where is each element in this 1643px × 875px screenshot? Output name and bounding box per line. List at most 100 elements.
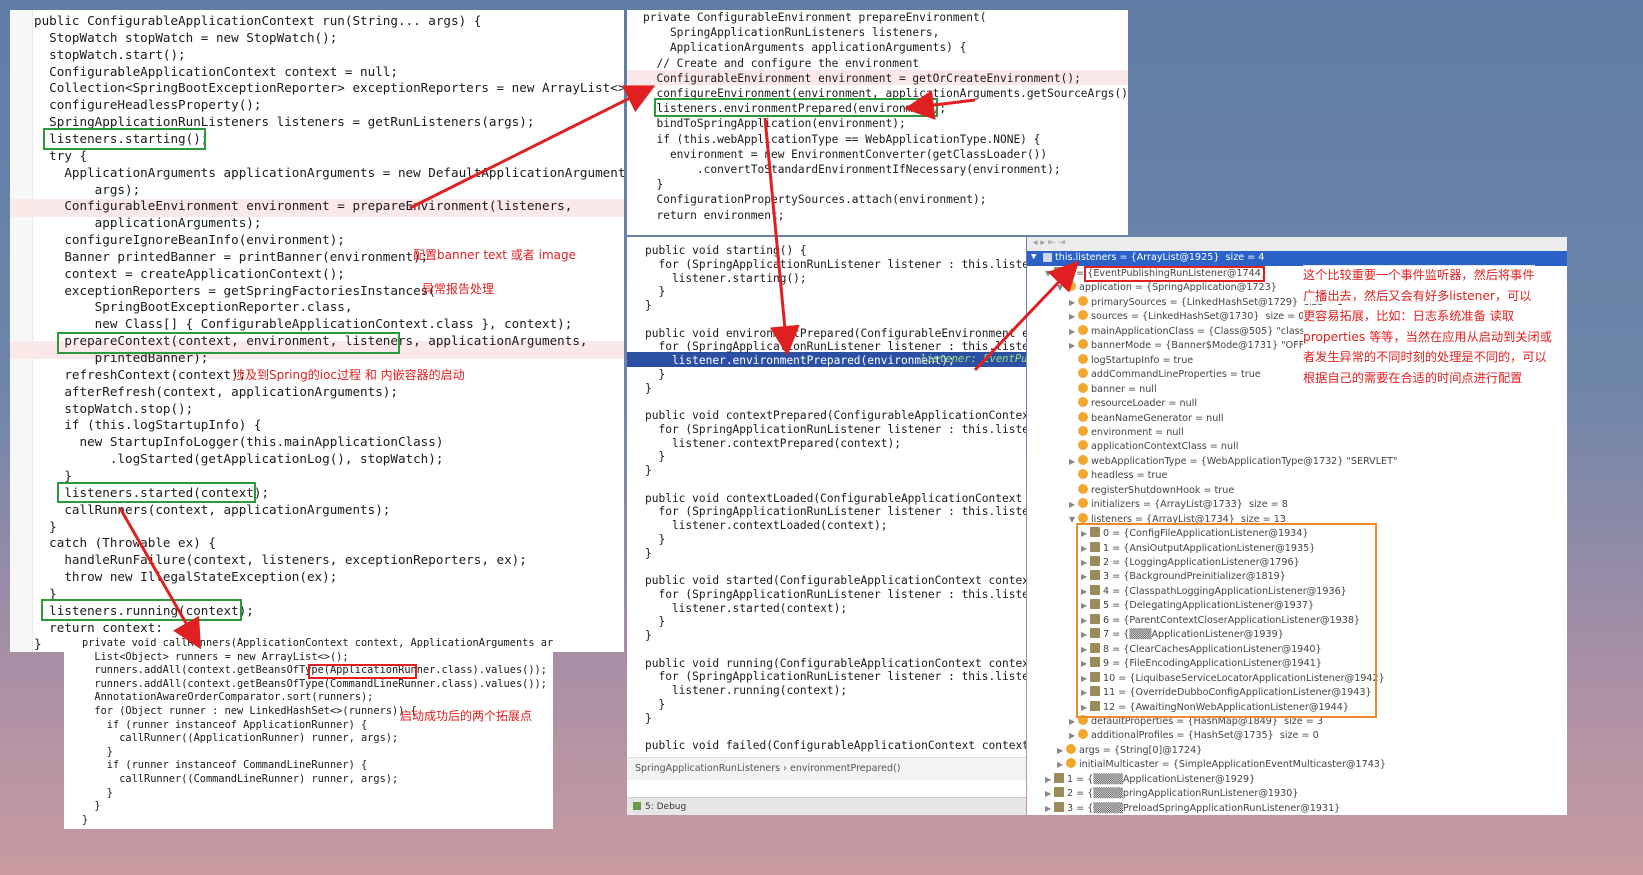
list-icon	[1054, 772, 1064, 783]
prepare-environment-editor[interactable]: private ConfigurableEnvironment prepareE…	[627, 10, 1128, 235]
annotation-refresh: 涉及到Spring的ioc过程 和 内嵌容器的启动	[233, 368, 465, 382]
code-line: refreshContext(context);	[34, 366, 247, 382]
code-line: private void callRunners(ApplicationCont…	[82, 637, 553, 649]
variable-row[interactable]: ▶ initialMulticaster = {SimpleApplication…	[1057, 758, 1386, 773]
variable-row[interactable]: ▶ bannerMode = {Banner$Mode@1731} "OFF"	[1069, 339, 1309, 354]
variable-row[interactable]: beanNameGenerator = null	[1069, 411, 1224, 427]
code-line: listener.environmentPrepared(environment…	[645, 354, 955, 367]
variable-row[interactable]: ▶ mainApplicationClass = {Class@505} "cla…	[1069, 324, 1305, 340]
variable-row[interactable]: ▶ 3 = {▒▒▒▒PreloadSpringApplicationRunLis…	[1045, 801, 1340, 815]
code-line: exceptionReporters = getSpringFactoriesI…	[34, 282, 436, 298]
code-line: Collection<SpringBootExceptionReporter> …	[34, 80, 624, 96]
code-line: public void environmentPrepared(Configur…	[645, 326, 1026, 340]
code-line: }	[645, 711, 652, 725]
collapsed-triangle-icon[interactable]: ▶	[1045, 802, 1054, 815]
code-line: listener.contextLoaded(context);	[645, 519, 888, 532]
collapsed-triangle-icon[interactable]: ▶	[1069, 455, 1078, 470]
variable-row[interactable]: ▶ 2 = {▒▒▒▒pringApplicationRunListener@19…	[1045, 787, 1298, 802]
code-line: callRunners(context, applicationArgument…	[34, 501, 391, 517]
selected-variable-row[interactable]: ▼ this.listeners = {ArrayList@1925} size…	[1027, 251, 1567, 266]
list-icon	[1054, 801, 1064, 812]
field-icon	[1066, 758, 1076, 769]
code-line: public void starting() {	[645, 244, 807, 257]
list-icon	[1043, 253, 1052, 262]
variable-row[interactable]: headless = true	[1069, 469, 1167, 484]
collapsed-triangle-icon[interactable]: ▶	[1069, 729, 1078, 744]
collapsed-triangle-icon[interactable]: ▶	[1045, 787, 1054, 802]
code-line: callRunner((ApplicationRunner) runner, a…	[82, 732, 399, 745]
debug-tab[interactable]: 5: Debug	[645, 802, 686, 812]
collapsed-triangle-icon[interactable]: ▶	[1069, 296, 1078, 311]
variable-row[interactable]: ▼ application = {SpringApplication@1723}	[1057, 281, 1277, 296]
debugger-variables-panel[interactable]: ◂ ▸ ⇤ ⇥ ▼ this.listeners = {ArrayList@19…	[1027, 237, 1567, 815]
code-line: listener.running(context);	[645, 684, 848, 697]
breadcrumb: SpringApplicationRunListeners › environm…	[627, 757, 1026, 780]
variable-row[interactable]: applicationContextClass = null	[1069, 440, 1238, 455]
breadcrumb-class[interactable]: SpringApplicationRunListeners	[635, 763, 780, 774]
expanded-triangle-icon[interactable]: ▼	[1045, 267, 1054, 282]
variable-row[interactable]: ▶ 1 = {▒▒▒▒ApplicationListener@1929}	[1045, 772, 1255, 788]
annotation-exception: 异常报告处理	[422, 282, 495, 296]
code-line: listener.contextPrepared(context);	[645, 436, 901, 450]
variable-row[interactable]: ▶ sources = {LinkedHashSet@1730} size = 0	[1069, 310, 1304, 325]
highlight-prepare-context	[57, 332, 400, 354]
variable-text: resourceLoader = null	[1091, 398, 1197, 410]
code-line: public void contextLoaded(ConfigurableAp…	[645, 491, 1023, 505]
run-method-editor[interactable]: public ConfigurableApplicationContext ru…	[10, 10, 624, 652]
variable-text: initializers = {ArrayList@1733} size = 8	[1091, 499, 1288, 511]
collapsed-triangle-icon[interactable]: ▶	[1057, 744, 1066, 759]
code-line: }	[645, 546, 652, 560]
variable-row[interactable]: ▶ primarySources = {LinkedHashSet@1729} s…	[1069, 295, 1343, 311]
code-line: ConfigurationPropertySources.attach(envi…	[643, 193, 987, 207]
code-line: ApplicationArguments applicationArgument…	[643, 41, 967, 55]
variable-row[interactable]: ▶ additionalProfiles = {HashSet@1735} siz…	[1069, 729, 1319, 744]
variable-row[interactable]: resourceLoader = null	[1069, 397, 1197, 412]
code-line: listener.starting();	[645, 271, 807, 285]
collapsed-triangle-icon[interactable]: ▶	[1069, 325, 1078, 340]
field-icon	[1066, 281, 1076, 292]
variable-row[interactable]: ▶ initializers = {ArrayList@1733} size = …	[1069, 498, 1288, 513]
code-line: StopWatch stopWatch = new StopWatch();	[34, 29, 338, 45]
code-line: ConfigurableEnvironment environment = pr…	[34, 198, 573, 214]
variable-row[interactable]: ▶ webApplicationType = {WebApplicationTyp…	[1069, 454, 1397, 470]
code-line: environment = new EnvironmentConverter(g…	[643, 147, 1048, 161]
variable-text: sources = {LinkedHashSet@1730} size = 0	[1091, 311, 1305, 323]
variable-row[interactable]: addCommandLineProperties = true	[1069, 368, 1261, 383]
code-line: stopWatch.stop();	[34, 400, 194, 416]
annotation-banner: 配置banner text 或者 image	[413, 248, 577, 262]
variable-row[interactable]: banner = null	[1069, 382, 1157, 398]
annotation-note-line: 者发生异常的不同时刻的处理是不同的，可以	[1303, 347, 1547, 365]
expanded-triangle-icon[interactable]: ▼	[1057, 281, 1066, 296]
variable-row[interactable]: ▶ args = {String[0]@1724}	[1057, 743, 1202, 759]
breadcrumb-method[interactable]: environmentPrepared()	[790, 763, 900, 774]
variable-text: environment = null	[1091, 426, 1184, 438]
call-runners-editor[interactable]: private void callRunners(ApplicationCont…	[64, 632, 553, 829]
tool-window-bar: 5: Debug	[627, 797, 1026, 815]
variable-row[interactable]: environment = null	[1069, 425, 1184, 441]
variable-row[interactable]: registerShutdownHook = true	[1069, 483, 1234, 499]
collapsed-triangle-icon[interactable]: ▶	[1069, 339, 1078, 354]
code-line: List<Object> runners = new ArrayList<>()…	[82, 650, 349, 663]
code-line: }	[645, 532, 666, 546]
variable-text: logStartupInfo = true	[1091, 354, 1194, 366]
run-listeners-editor[interactable]: public void starting() { for (SpringAppl…	[627, 237, 1026, 815]
code-line: }	[643, 178, 664, 192]
variable-text: application = {SpringApplication@1723}	[1079, 282, 1277, 294]
code-line: }	[645, 615, 666, 629]
code-line: return environment;	[643, 208, 785, 222]
code-line: Banner printedBanner = printBanner(envir…	[34, 248, 429, 264]
collapsed-triangle-icon[interactable]: ▶	[1057, 758, 1066, 773]
code-line: afterRefresh(context, applicationArgumen…	[34, 383, 398, 399]
code-line: }	[34, 518, 57, 534]
annotation-note-line: 根据自己的需要在合适的时间点进行配置	[1303, 367, 1523, 386]
variable-row[interactable]: logStartupInfo = true	[1069, 353, 1194, 369]
variable-text: banner = null	[1091, 383, 1157, 395]
collapsed-triangle-icon[interactable]: ▶	[1069, 498, 1078, 513]
collapsed-triangle-icon[interactable]: ▶	[1045, 773, 1054, 788]
variable-text: beanNameGenerator = null	[1091, 412, 1224, 424]
code-line: for (SpringApplicationRunListener listen…	[658, 505, 1026, 519]
highlight-environment-prepared	[654, 98, 938, 117]
code-line: catch (Throwable ex) {	[34, 535, 216, 551]
toolbar-nav-icons[interactable]: ◂ ▸ ⇤ ⇥	[1033, 238, 1066, 248]
collapsed-triangle-icon[interactable]: ▶	[1069, 310, 1078, 325]
